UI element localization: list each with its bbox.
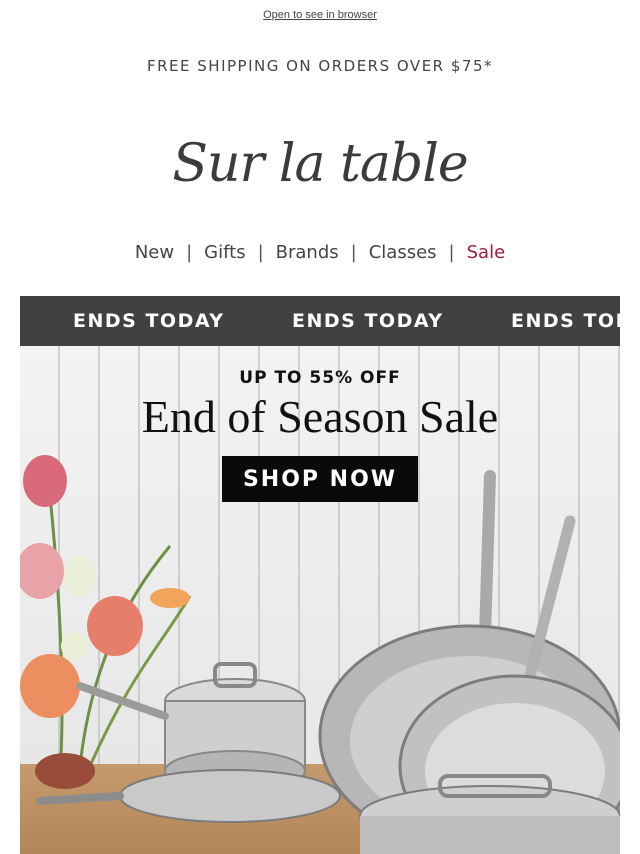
nav-separator: | [448, 241, 455, 263]
nav-item-brands[interactable]: Brands [268, 242, 347, 263]
ticker-item: ENDS TODAY [511, 310, 620, 332]
nav-separator: | [350, 241, 357, 263]
brand-logo-text: Sur la table [172, 134, 468, 194]
hero-text-block: UP TO 55% OFF End of Season Sale [20, 368, 620, 443]
brand-logo[interactable]: Sur la table [0, 124, 640, 204]
nav-item-new[interactable]: New [127, 242, 182, 263]
open-in-browser-link[interactable]: Open to see in browser [263, 9, 377, 21]
discount-eyebrow: UP TO 55% OFF [239, 368, 401, 388]
main-nav: New | Gifts | Brands | Classes | Sale [0, 238, 640, 266]
nav-item-sale[interactable]: Sale [459, 242, 514, 263]
ticker-item: ENDS TODAY [73, 310, 225, 332]
hero-headline: End of Season Sale [141, 391, 499, 442]
hero-banner[interactable]: UP TO 55% OFF End of Season Sale SHOP NO… [20, 346, 620, 854]
nav-separator: | [186, 241, 193, 263]
nav-item-gifts[interactable]: Gifts [196, 242, 253, 263]
nav-separator: | [257, 241, 264, 263]
free-shipping-banner: FREE SHIPPING ON ORDERS OVER $75* [147, 57, 493, 75]
open-in-browser-bar: Open to see in browser [0, 9, 640, 21]
ends-today-ticker[interactable]: ENDS TODAY ENDS TODAY ENDS TODAY [20, 296, 620, 346]
shop-now-button[interactable]: SHOP NOW [222, 456, 418, 502]
nav-item-classes[interactable]: Classes [361, 242, 445, 263]
ticker-item: ENDS TODAY [292, 310, 444, 332]
